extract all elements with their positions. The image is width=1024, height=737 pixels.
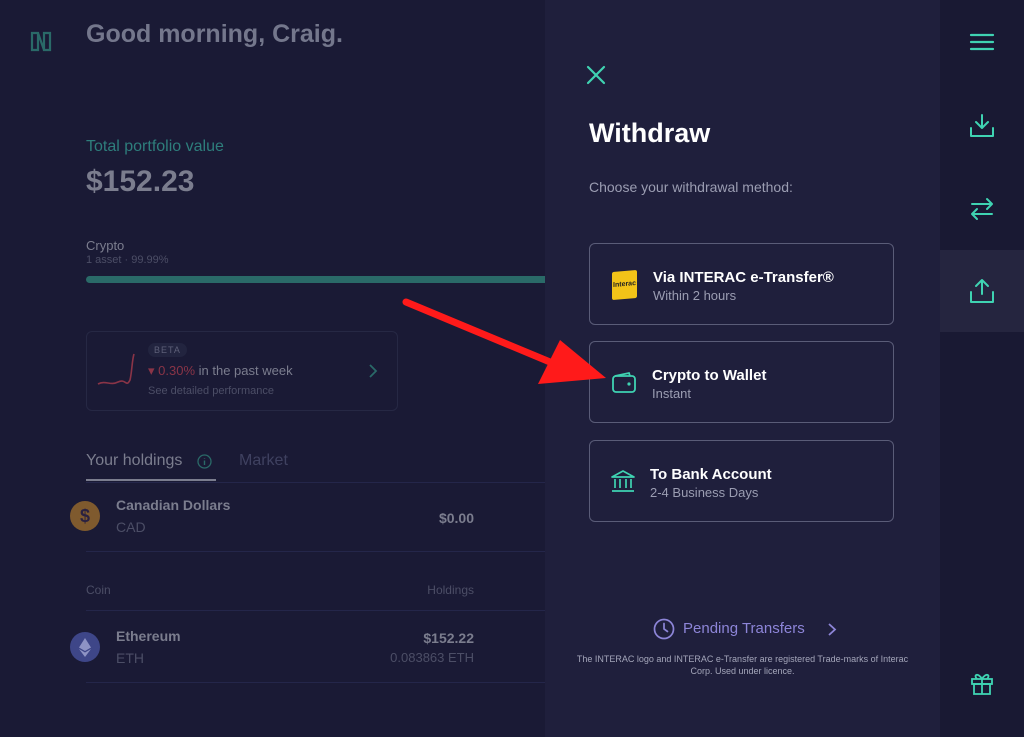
info-icon[interactable] bbox=[197, 454, 212, 469]
panel-title: Withdraw bbox=[589, 118, 711, 148]
tab-your-holdings[interactable]: Your holdings bbox=[86, 452, 182, 470]
coin-amount: 0.083863 ETH bbox=[390, 650, 474, 665]
close-icon[interactable] bbox=[585, 64, 607, 86]
rewards-button[interactable] bbox=[940, 642, 1024, 724]
performance-suffix: in the past week bbox=[198, 363, 293, 378]
interac-logo-text: Interac bbox=[613, 279, 636, 290]
tab-market[interactable]: Market bbox=[239, 452, 288, 470]
withdraw-panel: Withdraw Choose your withdrawal method: … bbox=[545, 0, 940, 737]
clock-icon bbox=[653, 618, 675, 640]
cash-value: $0.00 bbox=[438, 510, 474, 526]
cash-code: CAD bbox=[116, 519, 146, 535]
portfolio-value: $152.23 bbox=[86, 165, 195, 198]
pending-transfers-label: Pending Transfers bbox=[683, 620, 805, 637]
method-interac[interactable]: Interac Via INTERAC e-Transfer® Within 2… bbox=[589, 243, 894, 325]
method-title: Via INTERAC e-Transfer® bbox=[653, 269, 834, 286]
menu-icon bbox=[969, 33, 995, 51]
coin-code: ETH bbox=[116, 650, 144, 666]
ethereum-icon bbox=[70, 632, 100, 662]
menu-button[interactable] bbox=[940, 0, 1024, 82]
right-rail bbox=[940, 0, 1024, 737]
transfer-icon bbox=[971, 198, 993, 220]
method-title: To Bank Account bbox=[650, 466, 772, 483]
dollar-icon: $ bbox=[70, 501, 100, 531]
greeting: Good morning, Craig. bbox=[86, 20, 343, 48]
performance-summary: ▾ 0.30% in the past week bbox=[148, 363, 293, 379]
panel-subtitle: Choose your withdrawal method: bbox=[589, 179, 793, 195]
column-coin: Coin bbox=[86, 583, 111, 597]
method-title: Crypto to Wallet bbox=[652, 367, 767, 384]
down-triangle-icon: ▾ bbox=[148, 363, 159, 378]
cash-name: Canadian Dollars bbox=[116, 497, 231, 513]
allocation-bar bbox=[86, 276, 545, 283]
divider bbox=[86, 482, 545, 483]
method-bank-account[interactable]: To Bank Account 2-4 Business Days bbox=[589, 440, 894, 522]
wallet-icon bbox=[612, 371, 636, 393]
withdraw-button[interactable] bbox=[940, 250, 1024, 332]
sparkline-icon bbox=[97, 353, 135, 385]
active-tab-underline bbox=[86, 479, 216, 481]
deposit-icon bbox=[970, 114, 994, 137]
method-crypto-wallet[interactable]: Crypto to Wallet Instant bbox=[589, 341, 894, 423]
bank-icon bbox=[611, 470, 635, 492]
trademark-disclaimer: The INTERAC logo and INTERAC e-Transfer … bbox=[576, 654, 909, 676]
withdraw-icon bbox=[970, 279, 994, 303]
divider bbox=[86, 610, 545, 611]
crypto-sub: 1 asset · 99.99% bbox=[86, 254, 169, 266]
divider bbox=[86, 682, 545, 683]
performance-change: 0.30% bbox=[158, 363, 196, 378]
beta-badge: BETA bbox=[148, 343, 187, 357]
chevron-right-icon bbox=[828, 623, 837, 636]
chevron-right-icon[interactable] bbox=[368, 363, 378, 379]
app-logo-icon[interactable] bbox=[30, 30, 52, 54]
gift-icon bbox=[971, 673, 993, 695]
divider bbox=[86, 551, 545, 552]
interac-logo: Interac bbox=[612, 269, 637, 301]
column-holdings: Holdings bbox=[427, 583, 474, 597]
dashboard: Good morning, Craig. Total portfolio val… bbox=[0, 0, 545, 737]
method-sub: Within 2 hours bbox=[653, 288, 737, 303]
deposit-button[interactable] bbox=[940, 84, 1024, 166]
portfolio-label: Total portfolio value bbox=[86, 138, 224, 155]
transfer-button[interactable] bbox=[940, 167, 1024, 249]
performance-link[interactable]: See detailed performance bbox=[148, 385, 274, 397]
method-sub: 2-4 Business Days bbox=[650, 485, 759, 500]
method-sub: Instant bbox=[652, 386, 692, 401]
ethereum-glyph-icon bbox=[79, 638, 91, 657]
crypto-label: Crypto bbox=[86, 238, 125, 253]
coin-value: $152.22 bbox=[423, 630, 474, 646]
pending-transfers-link[interactable]: Pending Transfers bbox=[653, 618, 843, 640]
coin-name: Ethereum bbox=[116, 628, 181, 644]
